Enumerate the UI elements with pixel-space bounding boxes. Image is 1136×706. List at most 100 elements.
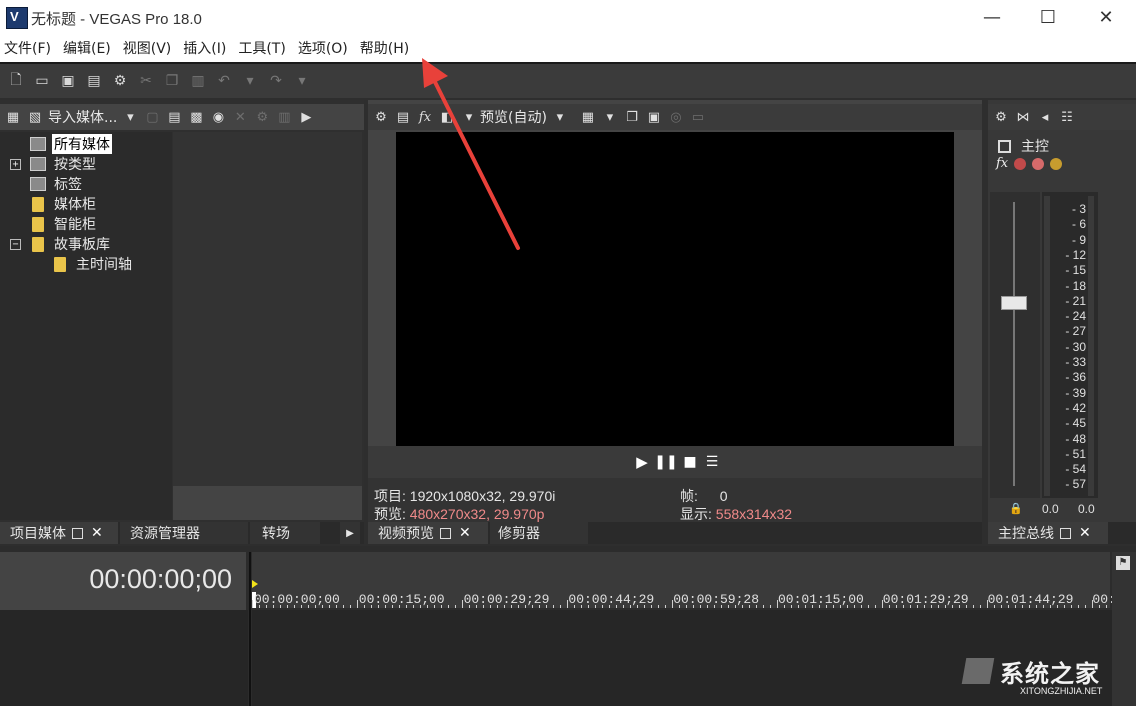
ruler-tick bbox=[343, 605, 344, 608]
minimize-button[interactable]: — bbox=[964, 0, 1020, 34]
tab-project-media[interactable]: 项目媒体 ✕ bbox=[0, 522, 118, 544]
mixer-faders-icon[interactable]: ☷ bbox=[1058, 108, 1076, 126]
solo-icon[interactable] bbox=[1050, 157, 1063, 170]
external-monitor-icon[interactable]: ▭ bbox=[689, 108, 707, 126]
tree-item-main-timeline[interactable]: 主时间轴 bbox=[54, 254, 132, 274]
collapse-icon[interactable]: − bbox=[10, 238, 21, 250]
properties-gear-icon[interactable]: ⚙ bbox=[253, 108, 271, 126]
tree-item-storyboard[interactable]: − 故事板库 bbox=[10, 234, 110, 254]
meter-scale-label: - 42 bbox=[1065, 400, 1086, 415]
dock-icon[interactable] bbox=[72, 527, 83, 539]
ruler-time-label: 00:00:00;00 bbox=[254, 592, 340, 607]
redo-dropdown-icon[interactable]: ▾ bbox=[292, 71, 312, 91]
preview-settings-gear-icon[interactable]: ⚙ bbox=[372, 108, 390, 126]
tree-item-tags[interactable]: 标签 bbox=[30, 174, 82, 194]
close-tab-icon[interactable]: ✕ bbox=[91, 525, 103, 541]
tab-video-preview[interactable]: 视频预览 ✕ bbox=[368, 522, 488, 544]
delete-icon[interactable]: ✕ bbox=[231, 108, 249, 126]
import-dropdown-icon[interactable]: ▾ bbox=[121, 108, 139, 126]
ruler-tick bbox=[665, 605, 666, 608]
tab-explorer[interactable]: 资源管理器 bbox=[120, 522, 248, 544]
import-media-button[interactable]: 导入媒体... bbox=[48, 107, 117, 127]
master-fx-icon[interactable]: fx bbox=[996, 156, 1008, 171]
sync-icon[interactable]: ◎ bbox=[667, 108, 685, 126]
menu-view[interactable]: 视图(V) bbox=[117, 38, 178, 58]
open-folder-icon[interactable]: ▭ bbox=[32, 71, 52, 91]
close-tab-icon[interactable]: ✕ bbox=[1079, 525, 1091, 541]
play-icon[interactable]: ▶ bbox=[633, 453, 651, 471]
tab-master-bus[interactable]: 主控总线 ✕ bbox=[988, 522, 1108, 544]
menu-insert[interactable]: 插入(I) bbox=[177, 38, 232, 58]
undo-dropdown-icon[interactable]: ▾ bbox=[240, 71, 260, 91]
menu-edit[interactable]: 编辑(E) bbox=[57, 38, 117, 58]
ruler-tick bbox=[973, 605, 974, 608]
tree-item-media-bin[interactable]: 媒体柜 bbox=[32, 194, 96, 214]
vegas-app-icon[interactable]: V bbox=[6, 7, 28, 29]
menu-help[interactable]: 帮助(H) bbox=[354, 38, 415, 58]
fader-lock-icon[interactable]: 🔒 bbox=[1009, 502, 1023, 515]
redo-icon[interactable]: ↷ bbox=[266, 71, 286, 91]
play-preview-icon[interactable]: ▶ bbox=[297, 108, 315, 126]
cut-icon[interactable]: ✂ bbox=[136, 71, 156, 91]
media-grid-icon[interactable]: ▦ bbox=[4, 108, 22, 126]
dock-icon[interactable] bbox=[440, 527, 451, 539]
dim-output-icon[interactable]: ◂ bbox=[1036, 108, 1054, 126]
fx-plugin-icon[interactable] bbox=[1014, 157, 1027, 170]
ruler-tick bbox=[252, 600, 253, 608]
remove-unused-icon[interactable]: ▩ bbox=[187, 108, 205, 126]
menu-file[interactable]: 文件(F) bbox=[0, 38, 57, 58]
overlays-grid-icon[interactable]: ▦ bbox=[579, 108, 597, 126]
tree-item-by-type[interactable]: + 按类型 bbox=[10, 154, 96, 174]
save-snapshot-icon[interactable]: ▣ bbox=[645, 108, 663, 126]
master-fader-handle[interactable] bbox=[1001, 296, 1027, 310]
close-tab-icon[interactable]: ✕ bbox=[459, 525, 471, 541]
maximize-button[interactable]: ☐ bbox=[1020, 0, 1076, 34]
meter-scale-label: - 57 bbox=[1065, 477, 1086, 492]
menu-list-icon[interactable]: ☰ bbox=[703, 453, 721, 471]
chevron-right-icon: ▶ bbox=[346, 527, 354, 539]
master-select-icon[interactable] bbox=[998, 139, 1011, 153]
master-settings-gear-icon[interactable]: ⚙ bbox=[992, 108, 1010, 126]
import-media-icon[interactable]: ▧ bbox=[26, 108, 44, 126]
media-fx-icon[interactable]: ◉ bbox=[209, 108, 227, 126]
tree-item-label: 智能柜 bbox=[54, 217, 96, 233]
menu-options[interactable]: 选项(O) bbox=[292, 38, 354, 58]
render-icon[interactable]: ▤ bbox=[84, 71, 104, 91]
watermark-url: XITONGZHIJIA.NET bbox=[1020, 686, 1103, 696]
close-button[interactable]: ✕ bbox=[1078, 0, 1134, 34]
fx-chain-icon[interactable] bbox=[1032, 157, 1045, 170]
stop-icon[interactable]: ■ bbox=[681, 453, 699, 471]
dock-icon[interactable] bbox=[1060, 527, 1071, 539]
menu-tools[interactable]: 工具(T) bbox=[232, 38, 291, 58]
meter-scale-label: - 3 bbox=[1071, 202, 1086, 216]
settings-gear-icon[interactable]: ⚙ bbox=[110, 71, 130, 91]
tab-scroll-right[interactable]: ▶ bbox=[340, 522, 360, 544]
undo-icon[interactable]: ↶ bbox=[214, 71, 234, 91]
overlays-dropdown-icon[interactable]: ▾ bbox=[601, 108, 619, 126]
marker-flag-icon[interactable]: ⚑ bbox=[1116, 556, 1130, 570]
folder-icon bbox=[32, 236, 44, 252]
tree-item-all-media[interactable]: 所有媒体 bbox=[30, 134, 112, 154]
loop-marker-icon[interactable] bbox=[252, 580, 258, 588]
downmix-icon[interactable]: ⋈ bbox=[1014, 108, 1032, 126]
tab-trimmer[interactable]: 修剪器 bbox=[490, 522, 588, 544]
media-generator-icon[interactable]: ▥ bbox=[275, 108, 293, 126]
media-bin-icon bbox=[30, 137, 46, 151]
get-media-icon[interactable]: ▤ bbox=[165, 108, 183, 126]
copy-snapshot-icon[interactable]: ❐ bbox=[623, 108, 641, 126]
copy-icon[interactable]: ❐ bbox=[162, 71, 182, 91]
tab-transitions[interactable]: 转场 bbox=[250, 522, 320, 544]
timecode-display[interactable]: 00:00:00;00 bbox=[89, 564, 232, 595]
main-toolbar: 🗋 ▭ ▣ ▤ ⚙ ✂ ❐ ▥ ↶ ▾ ↷ ▾ bbox=[0, 62, 1136, 98]
save-icon[interactable]: ▣ bbox=[58, 71, 78, 91]
ruler-tick bbox=[350, 605, 351, 608]
tree-item-smart-bin[interactable]: 智能柜 bbox=[32, 214, 96, 234]
pause-icon[interactable]: ❚❚ bbox=[654, 453, 677, 471]
meter-scale-label: - 24 bbox=[1065, 309, 1086, 324]
expand-icon[interactable]: + bbox=[10, 158, 21, 170]
paste-icon[interactable]: ▥ bbox=[188, 71, 208, 91]
quality-dropdown-icon[interactable]: ▾ bbox=[551, 108, 569, 126]
capture-icon[interactable]: ▢ bbox=[143, 108, 161, 126]
tree-item-label: 故事板库 bbox=[54, 237, 110, 253]
new-file-icon[interactable]: 🗋 bbox=[6, 71, 26, 91]
